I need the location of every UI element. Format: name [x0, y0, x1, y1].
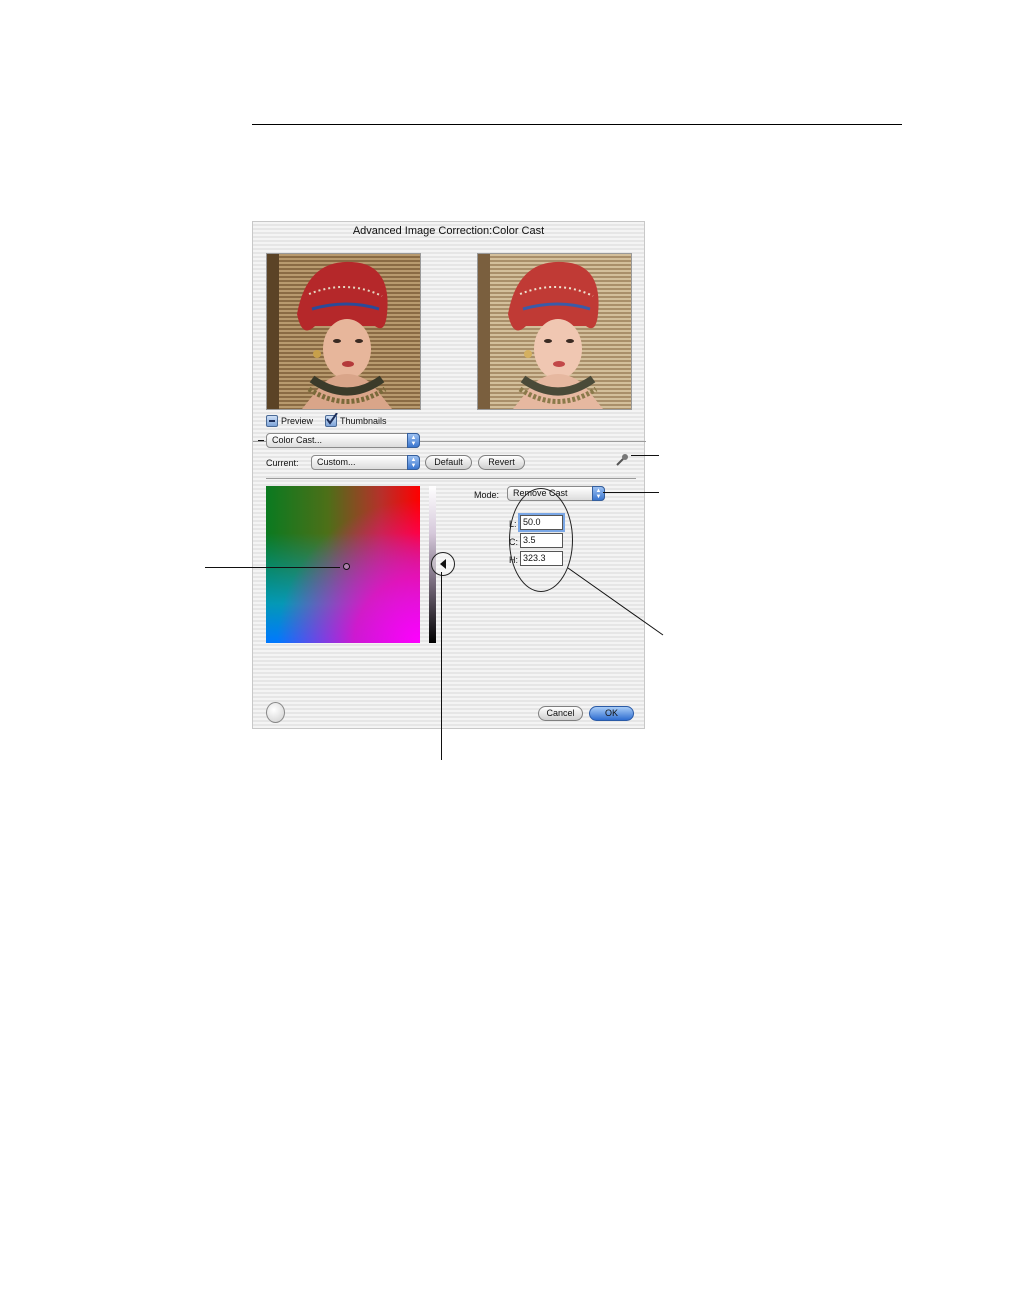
thumbnails-checkbox-box[interactable]: [325, 413, 338, 427]
current-settings-value: Custom...: [317, 457, 356, 467]
page-top-rule: [252, 124, 902, 125]
preview-checkbox[interactable]: Preview: [266, 415, 313, 427]
dialog-title: Advanced Image Correction:Color Cast: [352, 225, 545, 237]
help-round-icon[interactable]: [266, 702, 285, 723]
callout-line-mode: [603, 492, 659, 493]
thumbnail-after: [477, 253, 632, 410]
triangle-left-icon[interactable]: [440, 559, 446, 569]
callout-line-slider: [441, 572, 442, 760]
portrait-before-image: [267, 254, 420, 409]
default-button[interactable]: Default: [425, 455, 472, 470]
section-divider: [266, 478, 636, 479]
callout-line-color-field: [205, 567, 340, 568]
lightness-slider-highlight[interactable]: [431, 552, 455, 576]
current-label: Current:: [266, 458, 299, 468]
advanced-image-correction-dialog: Advanced Image Correction:Color Cast Pre…: [252, 221, 646, 729]
callout-line-fields: [567, 567, 664, 636]
current-settings-popup[interactable]: Custom... ▲ ▼: [311, 455, 420, 470]
ok-button[interactable]: OK: [589, 706, 634, 721]
thumbnails-checkbox[interactable]: Thumbnails: [325, 413, 387, 427]
mode-label: Mode:: [474, 490, 500, 500]
color-cast-field[interactable]: [266, 486, 420, 643]
correction-type-popup[interactable]: Color Cast... ▲ ▼: [266, 433, 420, 448]
popup-arrows-icon: ▲ ▼: [592, 486, 605, 501]
color-picker-cursor[interactable]: [343, 563, 350, 570]
checkmark-icon: [326, 413, 338, 425]
portrait-after-image: [478, 254, 631, 409]
preview-checkbox-label: Preview: [281, 416, 314, 426]
correction-type-value: Color Cast...: [272, 435, 323, 445]
thumbnails-checkbox-label: Thumbnails: [340, 416, 387, 426]
preview-checkbox-box[interactable]: [266, 415, 278, 427]
eyedropper-icon[interactable]: [615, 453, 629, 467]
cancel-button[interactable]: Cancel: [538, 706, 583, 721]
popup-arrows-icon: ▲ ▼: [407, 433, 420, 448]
thumbnail-before: [266, 253, 421, 410]
revert-button[interactable]: Revert: [478, 455, 525, 470]
callout-line-eyedropper: [631, 455, 659, 456]
callout-line-popup: [258, 440, 264, 441]
popup-arrows-icon: ▲ ▼: [407, 455, 420, 470]
